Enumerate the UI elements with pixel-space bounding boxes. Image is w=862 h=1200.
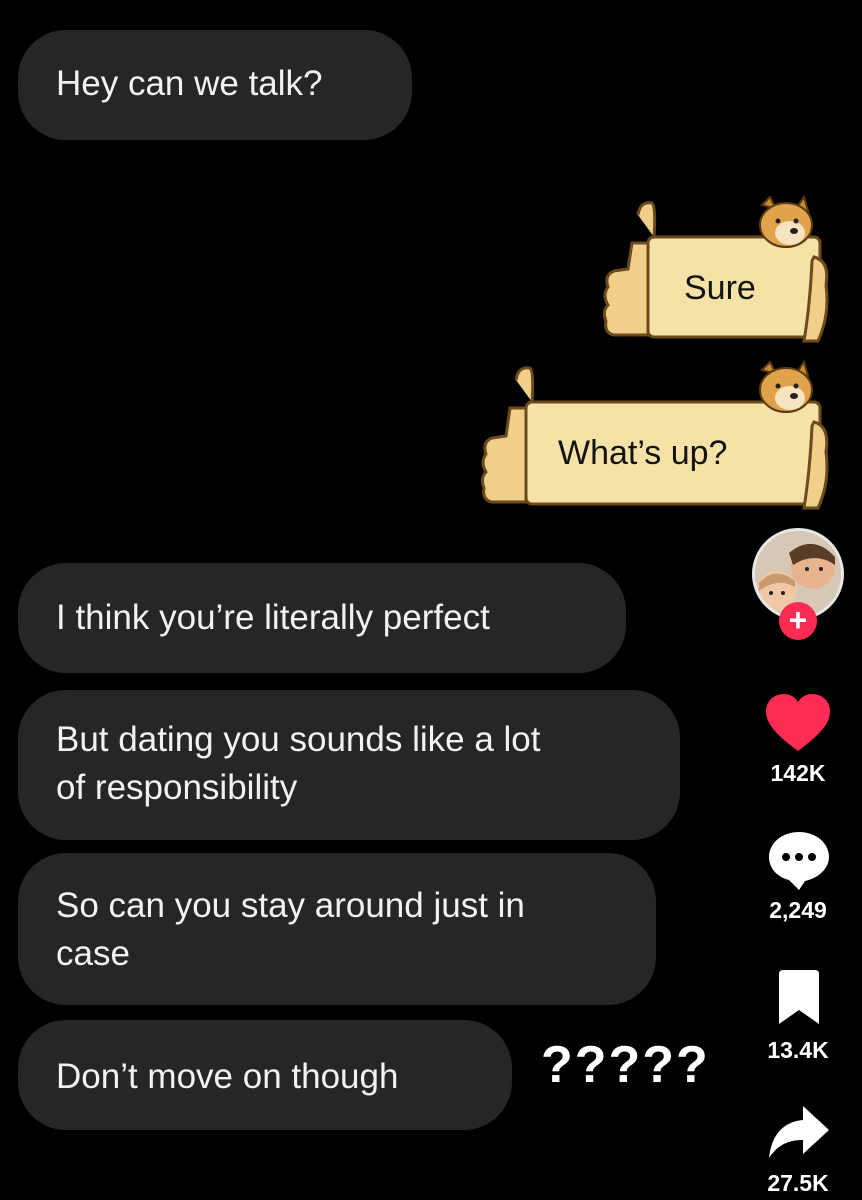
doge-head <box>759 360 813 413</box>
message-bubble: So can you stay around just in case <box>18 853 656 1005</box>
reply-text: Sure <box>684 269 756 307</box>
doge-reply-sticker: Sure <box>600 195 832 345</box>
saves-count: 13.4K <box>767 1037 829 1063</box>
message-text-line: of responsibility <box>56 768 298 807</box>
reply-text: What’s up? <box>558 434 728 472</box>
follow-button[interactable]: + <box>779 602 817 640</box>
message-text-line: So can you stay around just in <box>56 886 525 925</box>
message-text-line: But dating you sounds like a lot <box>56 720 541 759</box>
message-text: Don’t move on though <box>56 1057 399 1096</box>
likes-count: 142K <box>770 760 826 786</box>
message-bubble: I think you’re literally perfect <box>18 563 626 673</box>
comments-button[interactable] <box>767 828 831 892</box>
share-button[interactable] <box>767 1104 831 1162</box>
save-button[interactable] <box>776 970 822 1026</box>
message-bubble: Hey can we talk? <box>18 30 412 140</box>
comments-count: 2,249 <box>769 897 827 923</box>
like-button[interactable] <box>764 693 832 753</box>
bookmark-icon <box>779 970 819 1024</box>
doge-head <box>759 195 813 248</box>
share-arrow-icon <box>769 1106 829 1158</box>
message-bubble: But dating you sounds like a lot of resp… <box>18 690 680 840</box>
overlay-question-marks: ????? <box>541 1036 710 1094</box>
message-text: I think you’re literally perfect <box>56 598 490 637</box>
doge-reply-sticker: What’s up? <box>478 360 832 512</box>
heart-icon <box>766 694 830 751</box>
message-bubble: Don’t move on though <box>18 1020 512 1130</box>
comment-bubble-icon <box>769 832 829 890</box>
message-text-line: case <box>56 934 130 973</box>
message-text: Hey can we talk? <box>56 64 323 103</box>
shares-count: 27.5K <box>767 1170 829 1196</box>
